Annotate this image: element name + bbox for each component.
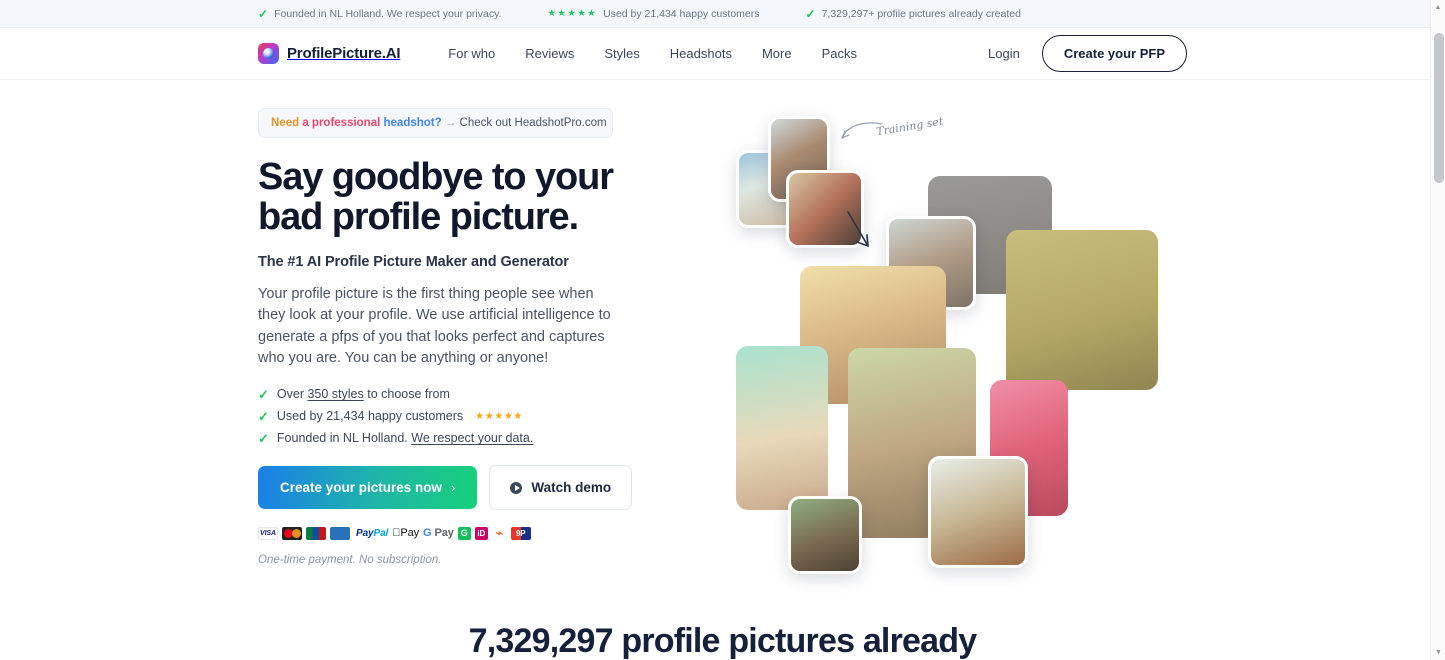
- feature-item-customers: ✓ Used by 21,434 happy customers ★★★★★: [258, 409, 618, 423]
- page-scrollbar[interactable]: ▲ ▼: [1430, 0, 1445, 660]
- announcement-item-privacy: ✓ Founded in NL Holland. We respect your…: [258, 8, 501, 20]
- play-icon: [510, 481, 523, 494]
- main-navigation: ProfilePicture.AI For who Reviews Styles…: [0, 28, 1445, 80]
- chevron-right-icon: ›: [451, 480, 456, 496]
- nav-item-reviews[interactable]: Reviews: [525, 46, 574, 61]
- page-title: Say goodbye to your bad profile picture.: [258, 156, 618, 238]
- camera-aperture-icon: [258, 43, 279, 64]
- feature-item-styles: ✓ Over 350 styles to choose from: [258, 387, 618, 401]
- announcement-bar: ✓ Founded in NL Holland. We respect your…: [0, 0, 1445, 28]
- feature-customers-text: Used by 21,434 happy customers: [276, 409, 464, 424]
- feature-styles-pre: Over: [276, 387, 308, 402]
- result-photo-olive: [1006, 230, 1158, 390]
- brand-logo-link[interactable]: ProfilePicture.AI: [258, 43, 400, 64]
- check-icon: ✓: [258, 430, 269, 446]
- payment-fineprint: One-time payment. No subscription.: [258, 554, 442, 567]
- hero-body-copy: Your profile picture is the first thing …: [258, 286, 611, 366]
- training-set-annotation: Training set: [875, 114, 945, 139]
- sofort-icon: ⌁: [491, 526, 507, 540]
- promo-banner[interactable]: Need a professional headshot? → Check ou…: [258, 108, 613, 138]
- scrollbar-thumb[interactable]: [1433, 33, 1444, 183]
- promo-word-2: a professional: [302, 117, 381, 129]
- create-pictures-label: Create your pictures now: [280, 480, 443, 496]
- login-link[interactable]: Login: [988, 46, 1020, 61]
- apple-pay-icon: Pay: [392, 526, 419, 541]
- data-policy-link[interactable]: We respect your data.: [411, 431, 533, 445]
- stats-heading: 7,329,297 profile pictures already: [468, 622, 977, 660]
- create-pictures-button[interactable]: Create your pictures now ›: [258, 466, 478, 510]
- feature-list: ✓ Over 350 styles to choose from ✓ Used …: [258, 387, 618, 445]
- announcement-privacy-text: Founded in NL Holland. We respect your p…: [274, 7, 502, 20]
- promo-word-3: headshot?: [383, 117, 442, 129]
- nav-item-for-who[interactable]: For who: [448, 46, 495, 61]
- check-icon: ✓: [258, 386, 269, 402]
- hero-image-collage: Training set: [728, 108, 1198, 578]
- headline-line-2: bad profile picture.: [258, 195, 579, 238]
- result-photo-lifestyle: [928, 456, 1028, 568]
- nav-item-packs[interactable]: Packs: [822, 46, 857, 61]
- watch-demo-label: Watch demo: [531, 480, 612, 496]
- headline-line-1: Say goodbye to your: [258, 156, 614, 198]
- promo-word-1: Need: [271, 117, 300, 129]
- result-photo-mint: [736, 346, 828, 510]
- google-pay-icon: G Pay: [423, 526, 454, 541]
- page-root: ✓ Founded in NL Holland. We respect your…: [0, 0, 1445, 660]
- flow-arrow-icon: [847, 211, 869, 247]
- announcement-customers-text: Used by 21,434 happy customers: [603, 7, 760, 20]
- cta-row: Create your pictures now › Watch demo: [258, 465, 633, 511]
- check-icon: ✓: [258, 408, 269, 424]
- feature-item-founded: ✓ Founded in NL Holland. We respect your…: [258, 431, 618, 445]
- stars-icon: ★★★★★: [475, 410, 523, 422]
- nav-links: For who Reviews Styles Headshots More Pa…: [448, 46, 857, 61]
- nav-item-styles[interactable]: Styles: [604, 46, 639, 61]
- promo-arrow-icon: →: [444, 117, 457, 129]
- check-icon: ✓: [805, 6, 816, 21]
- feature-styles-post: to choose from: [363, 387, 450, 402]
- nav-item-headshots[interactable]: Headshots: [670, 46, 732, 61]
- hero-section: Need a professional headshot? → Check ou…: [0, 80, 1445, 578]
- watch-demo-button[interactable]: Watch demo: [489, 465, 633, 511]
- result-photo-small-portrait: [788, 496, 862, 574]
- green-card-icon: G: [457, 526, 471, 540]
- create-pfp-button[interactable]: Create your PFP: [1041, 35, 1187, 72]
- styles-link[interactable]: 350 styles: [307, 387, 363, 401]
- announcement-count-text: 7,329,297+ profile pictures already crea…: [821, 7, 1021, 20]
- amex-icon: [330, 526, 350, 540]
- feature-founded-pre: Founded in NL Holland.: [276, 431, 412, 446]
- visa-icon: VISA: [258, 526, 278, 540]
- check-icon: ✓: [258, 6, 269, 21]
- nav-actions: Login Create your PFP: [988, 35, 1187, 72]
- jcb-icon: [306, 526, 326, 540]
- giropay-icon: 9P: [510, 526, 531, 540]
- paypal-icon: Pay Pal: [354, 526, 389, 541]
- announcement-item-count: ✓ 7,329,297+ profile pictures already cr…: [806, 8, 1021, 20]
- stars-icon: ★★★★★: [547, 8, 598, 19]
- mastercard-icon: [282, 526, 302, 540]
- announcement-item-customers: ★★★★★ Used by 21,434 happy customers: [547, 8, 759, 20]
- payment-methods: VISA PayPal Pay G Pay G iD ⌁ 9P: [258, 526, 618, 541]
- ideal-icon: iD: [474, 526, 488, 540]
- nav-item-more[interactable]: More: [762, 46, 792, 61]
- hero-content: Need a professional headshot? → Check ou…: [258, 108, 633, 578]
- hero-subheading: The #1 AI Profile Picture Maker and Gene…: [258, 254, 569, 271]
- scroll-down-arrow-icon[interactable]: ▼: [1431, 645, 1445, 660]
- promo-tail-text: Check out HeadshotPro.com: [459, 117, 607, 129]
- brand-name: ProfilePicture.AI: [287, 45, 401, 62]
- scroll-up-arrow-icon[interactable]: ▲: [1431, 0, 1445, 15]
